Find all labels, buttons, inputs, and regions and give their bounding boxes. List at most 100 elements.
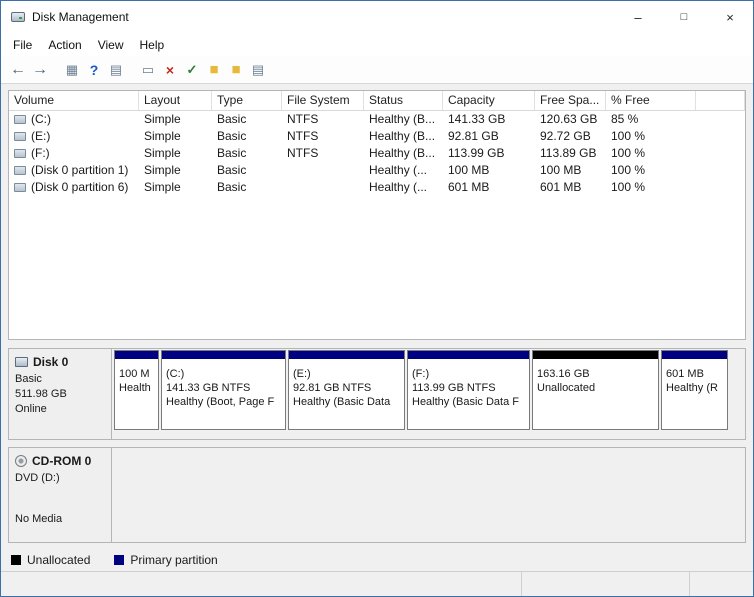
help-icon[interactable]: ? <box>83 59 105 81</box>
partition-text: (F:) <box>412 368 430 380</box>
menu-action[interactable]: Action <box>40 35 89 55</box>
legend-unallocated: Unallocated <box>11 553 90 567</box>
primary-partition-swatch <box>114 555 125 565</box>
table-row[interactable]: (C:) Simple Basic NTFS Healthy (B... 141… <box>9 111 745 128</box>
column-header-free-space[interactable]: Free Spa... <box>535 91 606 111</box>
volume-icon <box>14 115 26 124</box>
status-bar-segment <box>521 572 689 596</box>
partition-text: 141.33 GB NTFS <box>166 382 251 394</box>
status-bar-fill <box>1 572 521 596</box>
cell-layout: Simple <box>144 129 181 143</box>
cell-free: 113.89 GB <box>540 146 597 160</box>
cdrom-row: CD-ROM 0 DVD (D:) No Media <box>8 447 746 543</box>
disk0-status: Online <box>15 403 47 415</box>
column-header-file-system[interactable]: File System <box>282 91 364 111</box>
cell-fs <box>282 179 364 196</box>
partition-text: 92.81 GB NTFS <box>293 382 372 394</box>
toolbar: ← → ▦ ? ▤ ▭ × ✓ ■ ■ ▤ <box>1 56 753 84</box>
cell-filler <box>696 111 745 128</box>
table-row[interactable]: (Disk 0 partition 6) Simple Basic Health… <box>9 179 745 196</box>
fields-icon[interactable]: ▤ <box>247 59 269 81</box>
cell-pct-free: 100 % <box>611 180 646 194</box>
column-header-capacity[interactable]: Capacity <box>443 91 535 111</box>
table-row[interactable]: (F:) Simple Basic NTFS Healthy (B... 113… <box>9 145 745 162</box>
column-header-layout[interactable]: Layout <box>139 91 212 111</box>
cell-type: Basic <box>217 112 247 126</box>
unallocated-bar <box>533 351 658 359</box>
partition-text: (E:) <box>293 368 311 380</box>
menu-view[interactable]: View <box>90 35 132 55</box>
partition-text: Healthy (R <box>666 382 718 394</box>
cell-type: Basic <box>217 146 247 160</box>
cell-type: Basic <box>217 180 247 194</box>
cell-status: Healthy (... <box>369 163 428 177</box>
cell-status: Healthy (B... <box>369 112 436 126</box>
close-button[interactable]: × <box>707 1 753 33</box>
cdrom-label-panel[interactable]: CD-ROM 0 DVD (D:) No Media <box>9 448 112 542</box>
cell-free: 120.63 GB <box>540 112 598 126</box>
cell-layout: Simple <box>144 146 181 160</box>
partition-c[interactable]: (C:) 141.33 GB NTFS Healthy (Boot, Page … <box>161 350 286 430</box>
volume-list: Volume Layout Type File System Status Ca… <box>8 90 746 340</box>
disk0-label-panel[interactable]: Disk 0 Basic 511.98 GB Online <box>9 349 112 439</box>
partition-text: Healthy (Boot, Page F <box>166 396 275 408</box>
partition-text: 100 M <box>119 368 150 380</box>
back-icon[interactable]: ← <box>7 59 29 81</box>
app-icon <box>10 9 26 25</box>
delete-volume-icon[interactable]: × <box>159 59 181 81</box>
cell-filler <box>696 128 745 145</box>
column-header-type[interactable]: Type <box>212 91 282 111</box>
primary-partition-bar <box>115 351 158 359</box>
cell-pct-free: 100 % <box>611 163 646 177</box>
cell-capacity: 100 MB <box>448 163 490 177</box>
maximize-button[interactable]: □ <box>661 1 707 33</box>
titlebar: Disk Management – □ × <box>1 1 753 33</box>
cell-status: Healthy (... <box>369 180 428 194</box>
cell-fs <box>282 162 364 179</box>
menu-file[interactable]: File <box>5 35 40 55</box>
cell-capacity: 92.81 GB <box>448 129 499 143</box>
cell-pct-free: 100 % <box>611 129 646 143</box>
open-folder-icon[interactable]: ■ <box>203 59 225 81</box>
minimize-button[interactable]: – <box>615 1 661 33</box>
forward-icon[interactable]: → <box>29 59 51 81</box>
cell-free: 601 MB <box>540 180 582 194</box>
cell-layout: Simple <box>144 163 181 177</box>
primary-partition-bar <box>408 351 529 359</box>
window-title: Disk Management <box>32 10 129 24</box>
column-header-volume[interactable]: Volume <box>9 91 139 111</box>
partition-recovery[interactable]: 601 MB Healthy (R <box>661 350 728 430</box>
table-row[interactable]: (E:) Simple Basic NTFS Healthy (B... 92.… <box>9 128 745 145</box>
partition-text: Healthy (Basic Data <box>293 396 391 408</box>
partition-system-reserved[interactable]: 100 M Health <box>114 350 159 430</box>
cell-fs: NTFS <box>287 146 319 160</box>
column-header-filler <box>696 91 745 111</box>
cell-filler <box>696 179 745 196</box>
explore-icon[interactable]: ■ <box>225 59 247 81</box>
menu-help[interactable]: Help <box>132 35 173 55</box>
legend-label: Unallocated <box>27 553 91 567</box>
menubar: File Action View Help <box>1 33 753 56</box>
table-row[interactable]: (Disk 0 partition 1) Simple Basic Health… <box>9 162 745 179</box>
partition-f[interactable]: (F:) 113.99 GB NTFS Healthy (Basic Data … <box>407 350 530 430</box>
cdrom-name: CD-ROM 0 <box>32 454 92 468</box>
volume-icon <box>14 183 26 192</box>
legend-primary-partition: Primary partition <box>114 553 218 567</box>
column-header-pct-free[interactable]: % Free <box>606 91 696 111</box>
partition-text: Unallocated <box>537 382 596 394</box>
console-tree-icon[interactable]: ▦ <box>61 59 83 81</box>
cell-fs: NTFS <box>287 129 319 143</box>
disk-management-window: Disk Management – □ × File Action View H… <box>0 0 754 597</box>
cell-layout: Simple <box>144 112 181 126</box>
partition-unallocated[interactable]: 163.16 GB Unallocated <box>532 350 659 430</box>
legend-label: Primary partition <box>130 553 218 567</box>
properties-icon[interactable]: ▭ <box>137 59 159 81</box>
export-list-icon[interactable]: ▤ <box>105 59 127 81</box>
volume-icon <box>14 166 26 175</box>
volume-icon <box>14 132 26 141</box>
cell-filler <box>696 162 745 179</box>
partition-text: 163.16 GB <box>537 368 590 380</box>
mark-active-icon[interactable]: ✓ <box>181 59 203 81</box>
column-header-status[interactable]: Status <box>364 91 443 111</box>
partition-e[interactable]: (E:) 92.81 GB NTFS Healthy (Basic Data <box>288 350 405 430</box>
